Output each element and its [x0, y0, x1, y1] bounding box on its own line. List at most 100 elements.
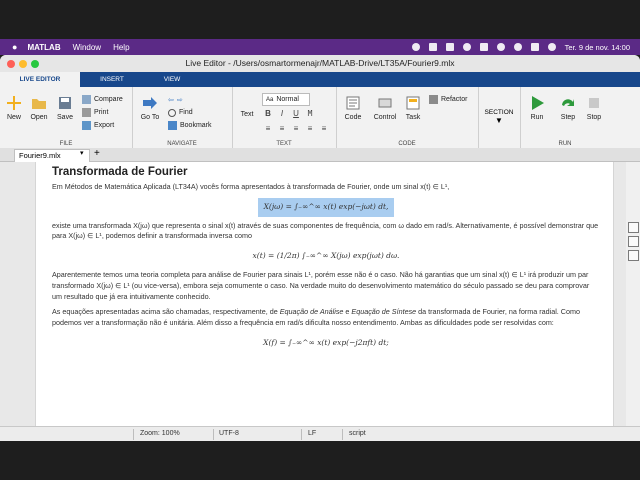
find-button[interactable]: Find [168, 107, 193, 118]
run-button[interactable]: Run [524, 95, 550, 121]
tab-view[interactable]: VIEW [144, 72, 200, 87]
apple-menu-icon[interactable]: ● [12, 42, 17, 52]
group-code-label: CODE [398, 141, 416, 147]
document-content[interactable]: Transformada de Fourier Em Métodos de Ma… [52, 165, 600, 353]
control-icon [378, 98, 392, 108]
control-center-icon[interactable] [530, 43, 539, 51]
style-icon: Aa [266, 96, 274, 103]
equation-frequency-text[interactable]: X(f) = ∫₋∞^∞ x(t) exp(−j2πft) dt; [257, 334, 395, 353]
print-icon [82, 108, 91, 117]
code-button[interactable]: Code [340, 95, 366, 121]
menu-app-name[interactable]: MATLAB [27, 43, 60, 52]
doc-paragraph-1[interactable]: Em Métodos de Matemática Aplicada (LT34A… [52, 182, 600, 193]
p4-emphasis-synthesis: Equação de Síntese [351, 307, 417, 317]
find-label: Find [179, 109, 193, 116]
output-right-icon[interactable] [628, 236, 639, 247]
bluetooth-icon[interactable] [462, 43, 471, 51]
hide-code-icon[interactable] [628, 250, 639, 261]
bookmark-button[interactable]: Bookmark [168, 120, 212, 131]
doc-tab-fourier9[interactable]: Fourier9.mlx [14, 149, 90, 162]
equation-frequency[interactable]: X(f) = ∫₋∞^∞ x(t) exp(−j2πft) dt; [52, 334, 600, 353]
status-mode[interactable]: script [349, 430, 366, 437]
save-button[interactable]: Save [52, 95, 78, 121]
compare-label: Compare [94, 96, 123, 103]
step-button[interactable]: Step [555, 95, 581, 121]
tab-live-editor[interactable]: LIVE EDITOR [0, 72, 80, 87]
control-label: Control [373, 114, 397, 121]
control-button[interactable]: Control [368, 95, 402, 121]
doc-paragraph-3[interactable]: Aparentemente temos uma teoria completa … [52, 270, 600, 302]
menu-help[interactable]: Help [113, 43, 129, 52]
code-label: Code [344, 114, 362, 121]
forward-arrow-icon[interactable]: ⇨ [177, 96, 183, 104]
open-button[interactable]: Open [26, 95, 52, 121]
minimize-window-icon[interactable] [19, 60, 27, 68]
new-icon [7, 96, 21, 110]
italic-button[interactable]: I [277, 109, 287, 119]
new-label: New [6, 114, 21, 121]
group-run: Run Step Stop RUN [520, 87, 610, 148]
zoom-window-icon[interactable] [31, 60, 39, 68]
code-icon [346, 96, 360, 110]
run-label: Run [530, 114, 544, 121]
print-label: Print [94, 109, 109, 116]
menubar-clock[interactable]: Ter. 9 de nov. 14:00 [565, 43, 630, 52]
stop-label: Stop [586, 114, 602, 121]
refactor-button[interactable]: Refactor [429, 94, 467, 105]
tab-insert[interactable]: INSERT [80, 72, 144, 87]
equation-analysis-selected[interactable]: X(jω) = ∫₋∞^∞ x(t) exp(−jωt) dt, [257, 197, 395, 217]
new-button[interactable]: New [1, 95, 27, 121]
status-encoding[interactable]: UTF-8 [219, 430, 239, 437]
underline-button[interactable]: U [291, 109, 301, 119]
numbered-list-icon[interactable]: ≡ [263, 124, 273, 134]
record-icon[interactable] [411, 43, 420, 51]
menu-window[interactable]: Window [73, 43, 101, 52]
print-button[interactable]: Print [82, 107, 108, 118]
bulleted-list-icon[interactable]: ≡ [277, 124, 287, 134]
export-button[interactable]: Export [82, 120, 114, 131]
close-window-icon[interactable] [7, 60, 15, 68]
wifi-icon[interactable] [496, 43, 505, 51]
equation-synthesis-text[interactable]: x(t) = (1/2π) ∫₋∞^∞ X(jω) exp(jωt) dω. [247, 247, 406, 266]
text-button[interactable]: Text [234, 111, 260, 118]
style-dropdown[interactable]: Aa Normal [262, 93, 310, 106]
group-code: Code Control Task Refactor CODE [336, 87, 479, 148]
doc-paragraph-4[interactable]: As equações apresentadas acima são chama… [52, 307, 600, 329]
doc-paragraph-2[interactable]: existe uma transformada X(jω) que repres… [52, 221, 600, 243]
group-navigate: Go To ⇦ ⇨ Find Bookmark NAVIGATE [132, 87, 233, 148]
status-divider [342, 429, 343, 440]
screen-icon[interactable] [428, 43, 437, 51]
doc-title[interactable]: Transformada de Fourier [52, 165, 600, 179]
bold-button[interactable]: B [263, 109, 273, 119]
status-bar: Zoom: 100% UTF-8 LF script [0, 426, 640, 441]
stop-button[interactable]: Stop [581, 95, 607, 121]
status-line-ending[interactable]: LF [308, 430, 316, 437]
task-button[interactable]: Task [400, 95, 426, 121]
align-left-icon[interactable]: ≡ [291, 124, 301, 134]
back-forward-buttons[interactable]: ⇦ ⇨ [168, 94, 183, 105]
goto-button[interactable]: Go To [137, 95, 163, 121]
keyboard-icon[interactable] [445, 43, 454, 51]
compare-button[interactable]: Compare [82, 94, 123, 105]
step-label: Step [560, 114, 576, 121]
p4-emphasis-analysis: Equação de Análise [279, 307, 344, 317]
doc-tab-menu-icon[interactable]: ▾ [80, 149, 84, 157]
siri-icon[interactable] [547, 43, 556, 51]
goto-label: Go To [140, 114, 160, 121]
equation-analysis[interactable]: X(jω) = ∫₋∞^∞ x(t) exp(−jωt) dt, [52, 197, 600, 217]
refactor-label: Refactor [441, 96, 468, 103]
status-zoom[interactable]: Zoom: 100% [140, 430, 180, 437]
battery-icon[interactable] [479, 43, 488, 51]
ribbon-tabs: LIVE EDITOR INSERT VIEW [0, 72, 640, 87]
align-center-icon[interactable]: ≡ [305, 124, 315, 134]
output-inline-icon[interactable] [628, 222, 639, 233]
status-divider [213, 429, 214, 440]
align-right-icon[interactable]: ≡ [319, 124, 329, 134]
monospace-button[interactable]: M [305, 109, 315, 119]
live-script-page[interactable]: Transformada de Fourier Em Métodos de Ma… [35, 162, 614, 426]
equation-synthesis[interactable]: x(t) = (1/2π) ∫₋∞^∞ X(jω) exp(jωt) dω. [52, 247, 600, 266]
search-icon[interactable] [513, 43, 522, 51]
add-tab-button[interactable]: + [94, 148, 100, 160]
section-dropdown[interactable]: SECTION ▼ [478, 109, 520, 125]
back-arrow-icon[interactable]: ⇦ [168, 96, 174, 104]
